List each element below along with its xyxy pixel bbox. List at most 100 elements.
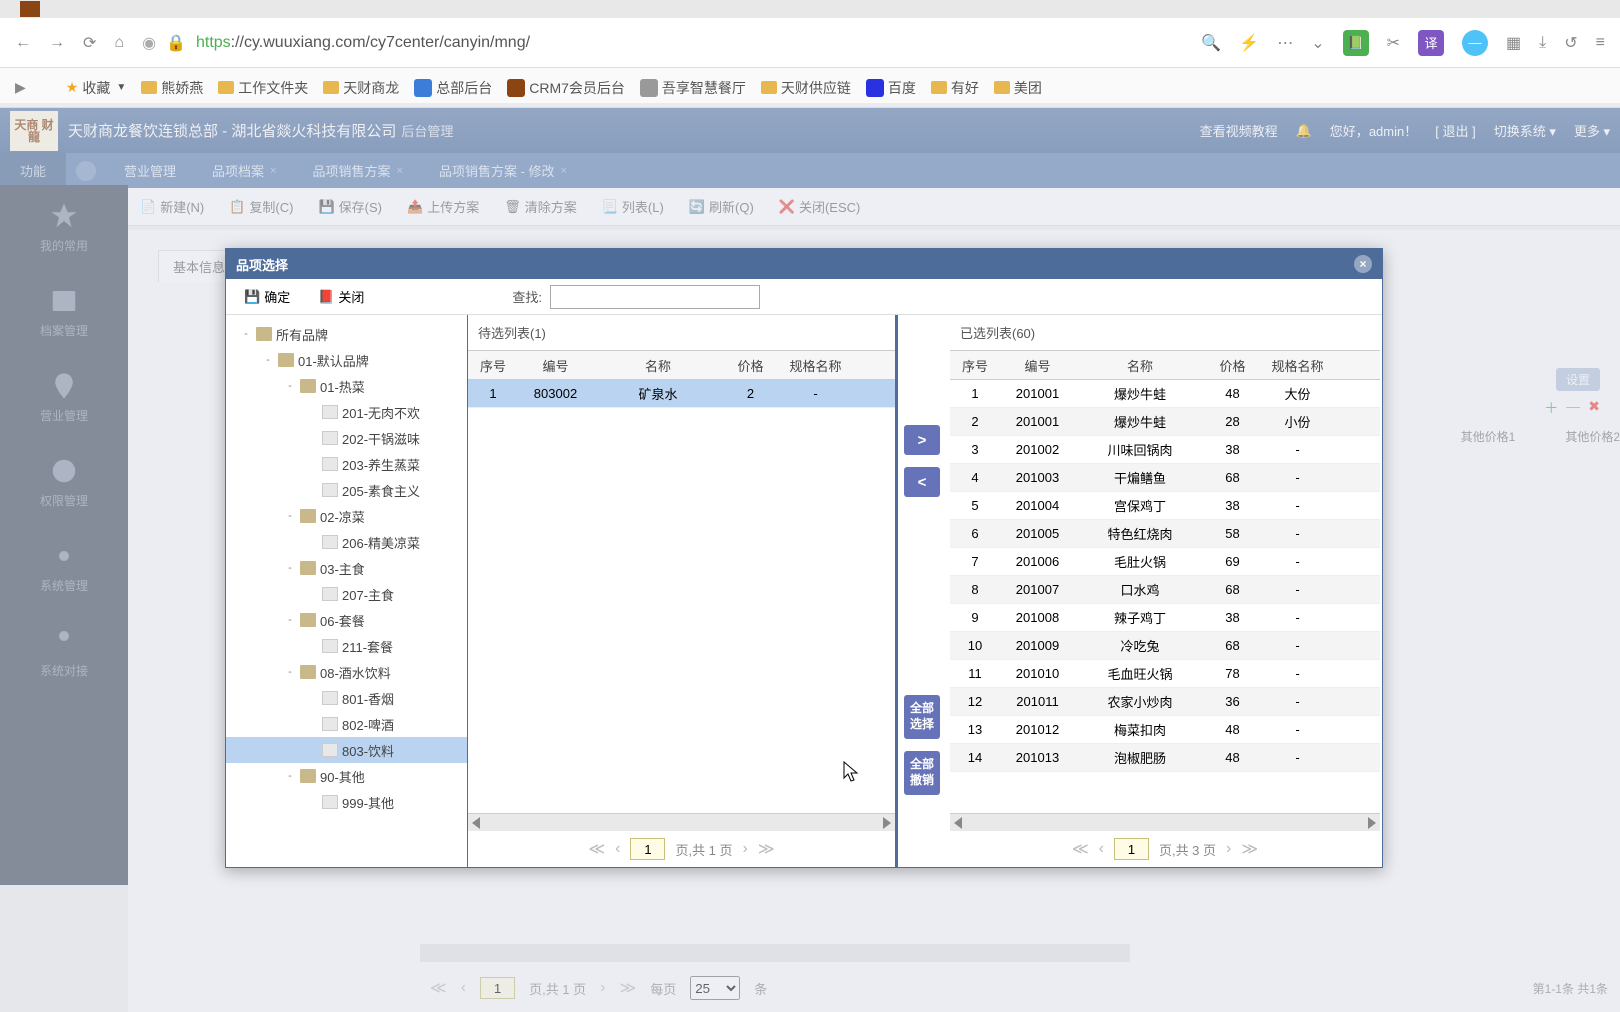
tree-node[interactable]: 201-无肉不欢 [226, 399, 467, 425]
tree-node[interactable]: -06-套餐 [226, 607, 467, 633]
app-icon [640, 79, 658, 97]
tree-node[interactable]: 211-套餐 [226, 633, 467, 659]
tree-node[interactable]: 207-主食 [226, 581, 467, 607]
search-input[interactable] [550, 285, 760, 309]
sidebar-toggle-icon[interactable]: ▶ [15, 79, 26, 96]
selected-list-panel: 已选列表(60) 序号 编号 名称 价格 规格名称 1201001爆炒牛蛙48大… [950, 315, 1380, 867]
bm-1[interactable]: 工作文件夹 [218, 78, 308, 98]
bm-8[interactable]: 有好 [931, 78, 979, 98]
table-row[interactable]: 14201013泡椒肥肠48- [950, 744, 1380, 772]
tree-node[interactable]: -90-其他 [226, 763, 467, 789]
table-row[interactable]: 4201003干煸鳝鱼68- [950, 464, 1380, 492]
bookmarks-bar: ▶ ★收藏▼ 熊娇燕 工作文件夹 天财商龙 总部后台 CRM7会员后台 吾享智慧… [0, 68, 1620, 108]
tree-node[interactable]: 803-饮料 [226, 737, 467, 763]
pager-last[interactable]: ≫ [1241, 839, 1258, 859]
tree-node[interactable]: 205-素食主义 [226, 477, 467, 503]
undo-all-button[interactable]: 全部撤销 [904, 751, 940, 795]
tree-node[interactable]: 206-精美凉菜 [226, 529, 467, 555]
table-row[interactable]: 10201009冷吃兔68- [950, 632, 1380, 660]
search-label: 查找: [512, 287, 542, 306]
pager-next[interactable]: › [1226, 840, 1231, 858]
app-icon [414, 79, 432, 97]
lock-icon: 🔒 [166, 33, 186, 53]
app-icon [866, 79, 884, 97]
table-row[interactable]: 5201004宫保鸡丁38- [950, 492, 1380, 520]
more-icon[interactable]: ⋯ [1277, 33, 1293, 53]
tree-node[interactable]: 802-啤酒 [226, 711, 467, 737]
tree-node[interactable]: 801-香烟 [226, 685, 467, 711]
ext-green-icon[interactable]: 📗 [1343, 30, 1369, 56]
tree-node[interactable]: 203-养生蒸菜 [226, 451, 467, 477]
tree-node[interactable]: -01-热菜 [226, 373, 467, 399]
bm-9[interactable]: 美团 [994, 78, 1042, 98]
pager-last[interactable]: ≫ [758, 839, 775, 859]
pager-prev[interactable]: ‹ [615, 840, 620, 858]
download-icon[interactable]: ⤓ [1539, 34, 1546, 52]
table-row[interactable]: 8201007口水鸡68- [950, 576, 1380, 604]
table-row[interactable]: 12201011农家小炒肉36- [950, 688, 1380, 716]
table-row[interactable]: 3201002川味回锅肉38- [950, 436, 1380, 464]
folder-icon [141, 81, 157, 94]
bm-0[interactable]: 熊娇燕 [141, 78, 203, 98]
chevron-down-icon[interactable]: ⌄ [1311, 33, 1324, 53]
bm-6[interactable]: 天财供应链 [761, 78, 851, 98]
forward-icon[interactable]: → [49, 34, 65, 52]
close-button[interactable]: 📕关闭 [308, 284, 374, 309]
h-scrollbar[interactable] [468, 813, 895, 831]
col-code: 编号 [1000, 356, 1075, 375]
bm-5[interactable]: 吾享智慧餐厅 [640, 78, 746, 98]
tree-node[interactable]: 202-干锅滋味 [226, 425, 467, 451]
table-row[interactable]: 11201010毛血旺火锅78- [950, 660, 1380, 688]
address-bar[interactable]: ◉ 🔒 https://cy.wuuxiang.com/cy7center/ca… [142, 33, 1183, 53]
tree-node[interactable]: -03-主食 [226, 555, 467, 581]
pager-first[interactable]: ≪ [1072, 839, 1089, 859]
ok-button[interactable]: 💾确定 [234, 284, 300, 309]
profile-avatar [20, 1, 40, 17]
move-left-button[interactable]: < [904, 467, 940, 497]
col-spec: 规格名称 [1260, 356, 1335, 375]
selected-list-title: 已选列表(60) [950, 315, 1380, 350]
zoom-icon[interactable]: 🔍 [1201, 33, 1221, 53]
menu-icon[interactable]: ≡ [1596, 34, 1605, 52]
page-input[interactable] [630, 838, 665, 860]
apps-icon[interactable]: ▦ [1506, 33, 1521, 53]
scissors-icon[interactable]: ✂ [1387, 33, 1400, 53]
selected-grid-body: 1201001爆炒牛蛙48大份2201001爆炒牛蛙28小份3201002川味回… [950, 380, 1380, 813]
table-row[interactable]: 13201012梅菜扣肉48- [950, 716, 1380, 744]
page-input[interactable] [1114, 838, 1149, 860]
bm-2[interactable]: 天财商龙 [323, 78, 399, 98]
home-icon[interactable]: ⌂ [114, 34, 124, 52]
pager-first[interactable]: ≪ [588, 839, 605, 859]
table-row[interactable]: 7201006毛肚火锅69- [950, 548, 1380, 576]
col-code: 编号 [518, 356, 593, 375]
tree-node[interactable]: 999-其他 [226, 789, 467, 815]
back-icon[interactable]: ← [15, 34, 31, 52]
h-scrollbar[interactable] [950, 813, 1380, 831]
move-right-button[interactable]: > [904, 425, 940, 455]
table-row[interactable]: 1201001爆炒牛蛙48大份 [950, 380, 1380, 408]
site-info-icon[interactable]: ◉ [142, 33, 156, 53]
tree-node[interactable]: -所有品牌 [226, 321, 467, 347]
tree-node[interactable]: -08-酒水饮料 [226, 659, 467, 685]
browser-toolbar: ← → ⟳ ⌂ ◉ 🔒 https://cy.wuuxiang.com/cy7c… [0, 18, 1620, 68]
table-row[interactable]: 1803002矿泉水2- [468, 380, 895, 408]
pager-prev[interactable]: ‹ [1099, 840, 1104, 858]
table-row[interactable]: 2201001爆炒牛蛙28小份 [950, 408, 1380, 436]
ext-blue-icon[interactable]: — [1462, 30, 1488, 56]
folder-icon [994, 81, 1010, 94]
select-all-button[interactable]: 全部选择 [904, 695, 940, 739]
tree-node[interactable]: -01-默认品牌 [226, 347, 467, 373]
table-row[interactable]: 6201005特色红烧肉58- [950, 520, 1380, 548]
modal-close-icon[interactable]: × [1354, 255, 1372, 273]
table-row[interactable]: 9201008辣子鸡丁38- [950, 604, 1380, 632]
tree-node[interactable]: -02-凉菜 [226, 503, 467, 529]
favorites[interactable]: ★收藏▼ [66, 78, 126, 98]
history-icon[interactable]: ↺ [1564, 33, 1577, 53]
bm-3[interactable]: 总部后台 [414, 78, 492, 98]
flash-icon[interactable]: ⚡ [1239, 33, 1259, 53]
translate-icon[interactable]: 译 [1418, 30, 1444, 56]
bm-4[interactable]: CRM7会员后台 [507, 78, 625, 98]
bm-7[interactable]: 百度 [866, 78, 916, 98]
reload-icon[interactable]: ⟳ [83, 33, 96, 53]
pager-next[interactable]: › [743, 840, 748, 858]
